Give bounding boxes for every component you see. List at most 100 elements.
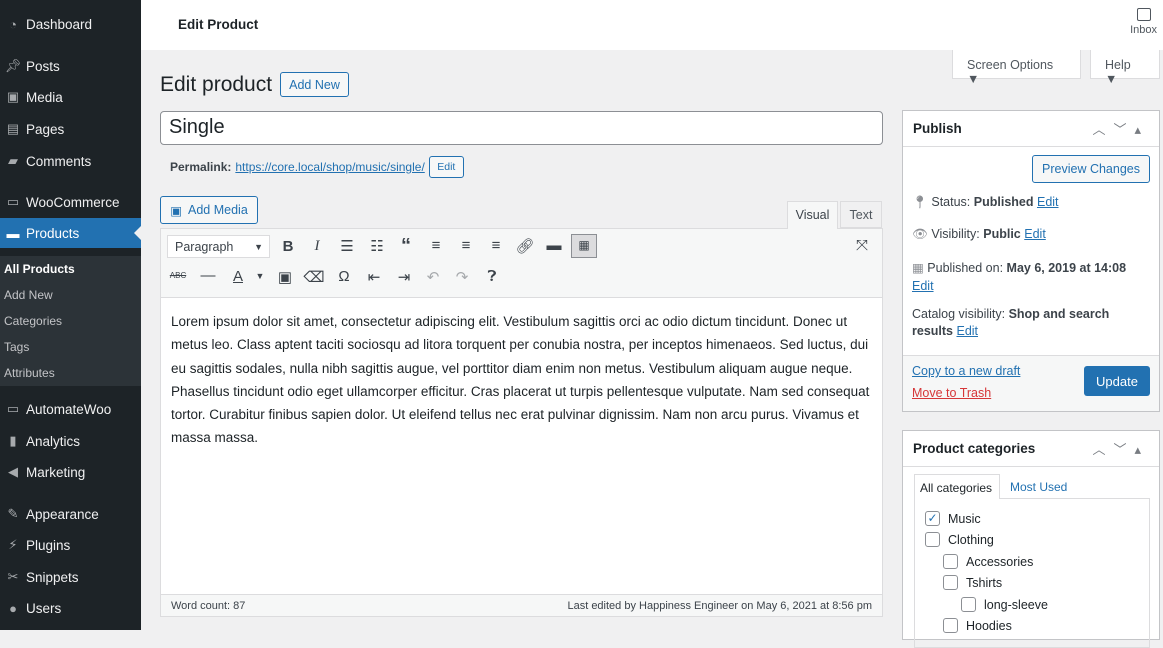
horizontal-line-icon[interactable]: — — [197, 267, 219, 284]
permalink-edit-button[interactable]: Edit — [428, 156, 464, 178]
sidebar-item-comments[interactable]: ▰ Comments — [0, 146, 141, 176]
text-color-chevron-icon[interactable]: ▼ — [249, 271, 271, 281]
tab-text[interactable]: Text — [840, 201, 882, 228]
tab-all-categories[interactable]: All categories — [914, 474, 1000, 499]
checkbox[interactable] — [961, 597, 976, 612]
bullet-list-icon[interactable]: ☰ — [336, 237, 358, 255]
italic-icon[interactable]: I — [306, 238, 328, 255]
add-new-button[interactable]: Add New — [280, 72, 349, 97]
sidebar-item-appearance[interactable]: ✎ Appearance — [0, 499, 141, 529]
published-value: May 6, 2019 at 14:08 — [1006, 261, 1127, 275]
permalink: Permalink: https://core.local/shop/music… — [170, 156, 464, 178]
bold-icon[interactable]: B — [277, 238, 299, 255]
help-icon[interactable]: ❓︎ — [481, 268, 503, 285]
copy-draft-link[interactable]: Copy to a new draft — [912, 364, 1020, 378]
sidebar-item-woocommerce[interactable]: ▭ WooCommerce — [0, 187, 141, 217]
format-select[interactable]: Paragraph ▼ — [167, 235, 270, 258]
last-edited: Last edited by Happiness Engineer on May… — [567, 599, 872, 612]
move-trash-link[interactable]: Move to Trash — [912, 386, 991, 400]
inbox-icon — [1136, 8, 1151, 21]
text-color-icon[interactable]: A — [227, 268, 249, 285]
sidebar-item-automatewoo[interactable]: ▭ AutomateWoo — [0, 394, 141, 424]
status-value: Published — [973, 195, 1034, 209]
visibility-label: Visibility: — [931, 227, 980, 241]
sidebar-item-plugins[interactable]: ⚡︎ Plugins — [0, 530, 141, 560]
help-button[interactable]: Help ▼ — [1090, 50, 1160, 86]
category-music[interactable]: ✓ Music — [925, 511, 981, 526]
blockquote-icon[interactable]: “ — [395, 235, 417, 258]
update-button[interactable]: Update — [1084, 366, 1150, 396]
paste-text-icon[interactable]: ▣ — [274, 268, 296, 286]
dashboard-icon: ◔ — [9, 16, 17, 32]
read-more-icon[interactable]: ▬ — [543, 237, 565, 254]
category-accessories[interactable]: Accessories — [943, 554, 1033, 569]
fullscreen-icon[interactable]: ⤧ — [851, 237, 873, 254]
outdent-icon[interactable]: ⇤ — [363, 268, 385, 286]
sidebar-item-users[interactable]: ● Users — [0, 593, 141, 623]
pages-icon: ▤ — [6, 121, 20, 136]
toolbar-toggle-icon[interactable]: ▦ — [571, 234, 597, 258]
title-input[interactable]: Single — [160, 111, 883, 145]
tab-visual[interactable]: Visual — [787, 201, 838, 229]
redo-icon[interactable]: ↷ — [451, 268, 473, 286]
sidebar-item-label: Appearance — [26, 506, 99, 522]
checkbox[interactable] — [943, 618, 958, 633]
sidebar-item-pages[interactable]: ▤ Pages — [0, 114, 141, 144]
sidebar-item-products[interactable]: ▬ Products — [0, 218, 141, 248]
products-submenu: All Products Add New Categories Tags Att… — [0, 256, 141, 386]
clear-formatting-icon[interactable]: ⌫ — [303, 268, 325, 286]
sidebar-item-marketing[interactable]: ◀ Marketing — [0, 457, 141, 487]
editor-content[interactable]: Lorem ipsum dolor sit amet, consectetur … — [161, 298, 882, 462]
sidebar-item-media[interactable]: ▣ Media — [0, 82, 141, 112]
aw-icon: ▭ — [6, 401, 20, 416]
checkbox[interactable] — [943, 554, 958, 569]
tab-most-used[interactable]: Most Used — [1010, 480, 1067, 494]
publish-actions: Copy to a new draft Move to Trash Update — [903, 355, 1159, 411]
woo-icon: ▭ — [6, 194, 20, 209]
add-media-button[interactable]: ▣ Add Media — [160, 196, 258, 224]
category-clothing[interactable]: Clothing — [925, 532, 994, 547]
bar-chart-icon: ▮ — [9, 433, 17, 448]
visibility-edit-link[interactable]: Edit — [1024, 227, 1046, 241]
align-center-icon[interactable]: ≡ — [455, 237, 477, 254]
submenu-attributes[interactable]: Attributes — [4, 366, 55, 380]
preview-changes-button[interactable]: Preview Changes — [1032, 155, 1150, 183]
align-left-icon[interactable]: ≡ — [425, 237, 447, 254]
numbered-list-icon[interactable]: ☷ — [366, 237, 388, 255]
sidebar-item-snippets[interactable]: ✂ Snippets — [0, 562, 141, 592]
submenu-categories[interactable]: Categories — [4, 314, 62, 328]
submenu-add-new[interactable]: Add New — [4, 288, 53, 302]
checkbox[interactable] — [925, 532, 940, 547]
screen-options-button[interactable]: Screen Options ▼ — [952, 50, 1081, 86]
align-right-icon[interactable]: ≡ — [485, 237, 507, 254]
category-tshirts[interactable]: Tshirts — [943, 575, 1002, 590]
category-hoodies[interactable]: Hoodies — [943, 618, 1012, 633]
checkbox-checked[interactable]: ✓ — [925, 511, 940, 526]
box-controls[interactable]: ︿﹀▴ — [1092, 119, 1149, 138]
sidebar-item-analytics[interactable]: ▮ Analytics — [0, 426, 141, 456]
published-edit-link[interactable]: Edit — [912, 279, 934, 293]
box-controls[interactable]: ︿﹀▴ — [1092, 439, 1149, 458]
catalog-edit-link[interactable]: Edit — [956, 324, 978, 338]
scissors-icon: ✂ — [7, 569, 19, 584]
publish-title: Publish — [913, 121, 962, 136]
sidebar-item-posts[interactable]: 📌︎ Posts — [0, 51, 141, 81]
category-long-sleeve[interactable]: long-sleeve — [961, 597, 1048, 612]
submenu-all-products[interactable]: All Products — [4, 262, 75, 276]
indent-icon[interactable]: ⇥ — [393, 268, 415, 286]
inbox-button[interactable]: Inbox — [1130, 8, 1157, 36]
checkbox[interactable] — [943, 575, 958, 590]
megaphone-icon: ◀ — [8, 464, 18, 479]
submenu-tags[interactable]: Tags — [4, 340, 29, 354]
eye-icon: 👁︎ — [912, 227, 928, 241]
strikethrough-icon[interactable]: ABC — [167, 271, 189, 280]
category-checklist: ✓ Music Clothing Accessories Tshirts long… — [914, 498, 1150, 648]
permalink-link[interactable]: https://core.local/shop/music/single/ — [235, 160, 424, 174]
link-icon[interactable]: 🔗︎ — [514, 237, 536, 255]
editor-status-bar: Word count: 87 Last edited by Happiness … — [161, 594, 882, 616]
special-character-icon[interactable]: Ω — [333, 268, 355, 285]
status-edit-link[interactable]: Edit — [1037, 195, 1059, 209]
sidebar-item-label: Media — [26, 89, 63, 105]
sidebar-item-dashboard[interactable]: ◔ Dashboard — [0, 9, 141, 39]
undo-icon[interactable]: ↶ — [422, 268, 444, 286]
